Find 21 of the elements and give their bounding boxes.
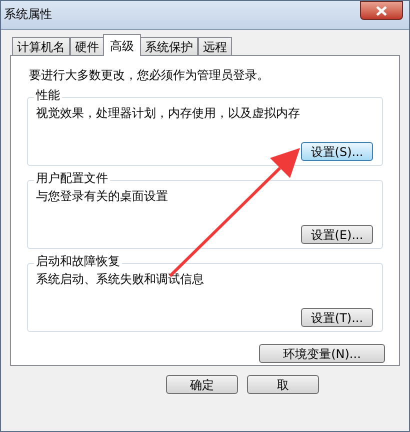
admin-notice: 要进行大多数更改，您必须作为管理员登录。 xyxy=(29,67,270,84)
group-title: 用户配置文件 xyxy=(34,172,110,184)
cancel-button[interactable]: 取 xyxy=(247,375,319,394)
tab[interactable]: 系统保护 xyxy=(140,37,198,56)
settings-button[interactable]: 设置(S)... xyxy=(301,142,373,161)
close-button[interactable] xyxy=(360,1,403,20)
settings-button[interactable]: 设置(T)... xyxy=(301,308,373,327)
window-title: 系统属性 xyxy=(4,6,52,23)
tab[interactable]: 远程 xyxy=(198,37,232,56)
group-title: 启动和故障恢复 xyxy=(34,255,122,267)
tab[interactable]: 计算机名 xyxy=(12,37,70,56)
group-title: 性能 xyxy=(34,89,62,101)
environment-variables-button[interactable]: 环境变量(N)... xyxy=(259,344,385,363)
ok-button[interactable]: 确定 xyxy=(166,375,238,394)
settings-button[interactable]: 设置(E)... xyxy=(301,225,373,244)
group-description: 系统启动、系统失败和调试信息 xyxy=(36,271,205,288)
group-description: 视觉效果，处理器计划，内存使用，以及虚拟内存 xyxy=(36,105,301,122)
tab[interactable]: 高级 xyxy=(103,34,141,56)
group-description: 与您登录有关的桌面设置 xyxy=(36,188,169,205)
tab[interactable]: 硬件 xyxy=(70,37,104,56)
close-icon xyxy=(376,6,387,16)
